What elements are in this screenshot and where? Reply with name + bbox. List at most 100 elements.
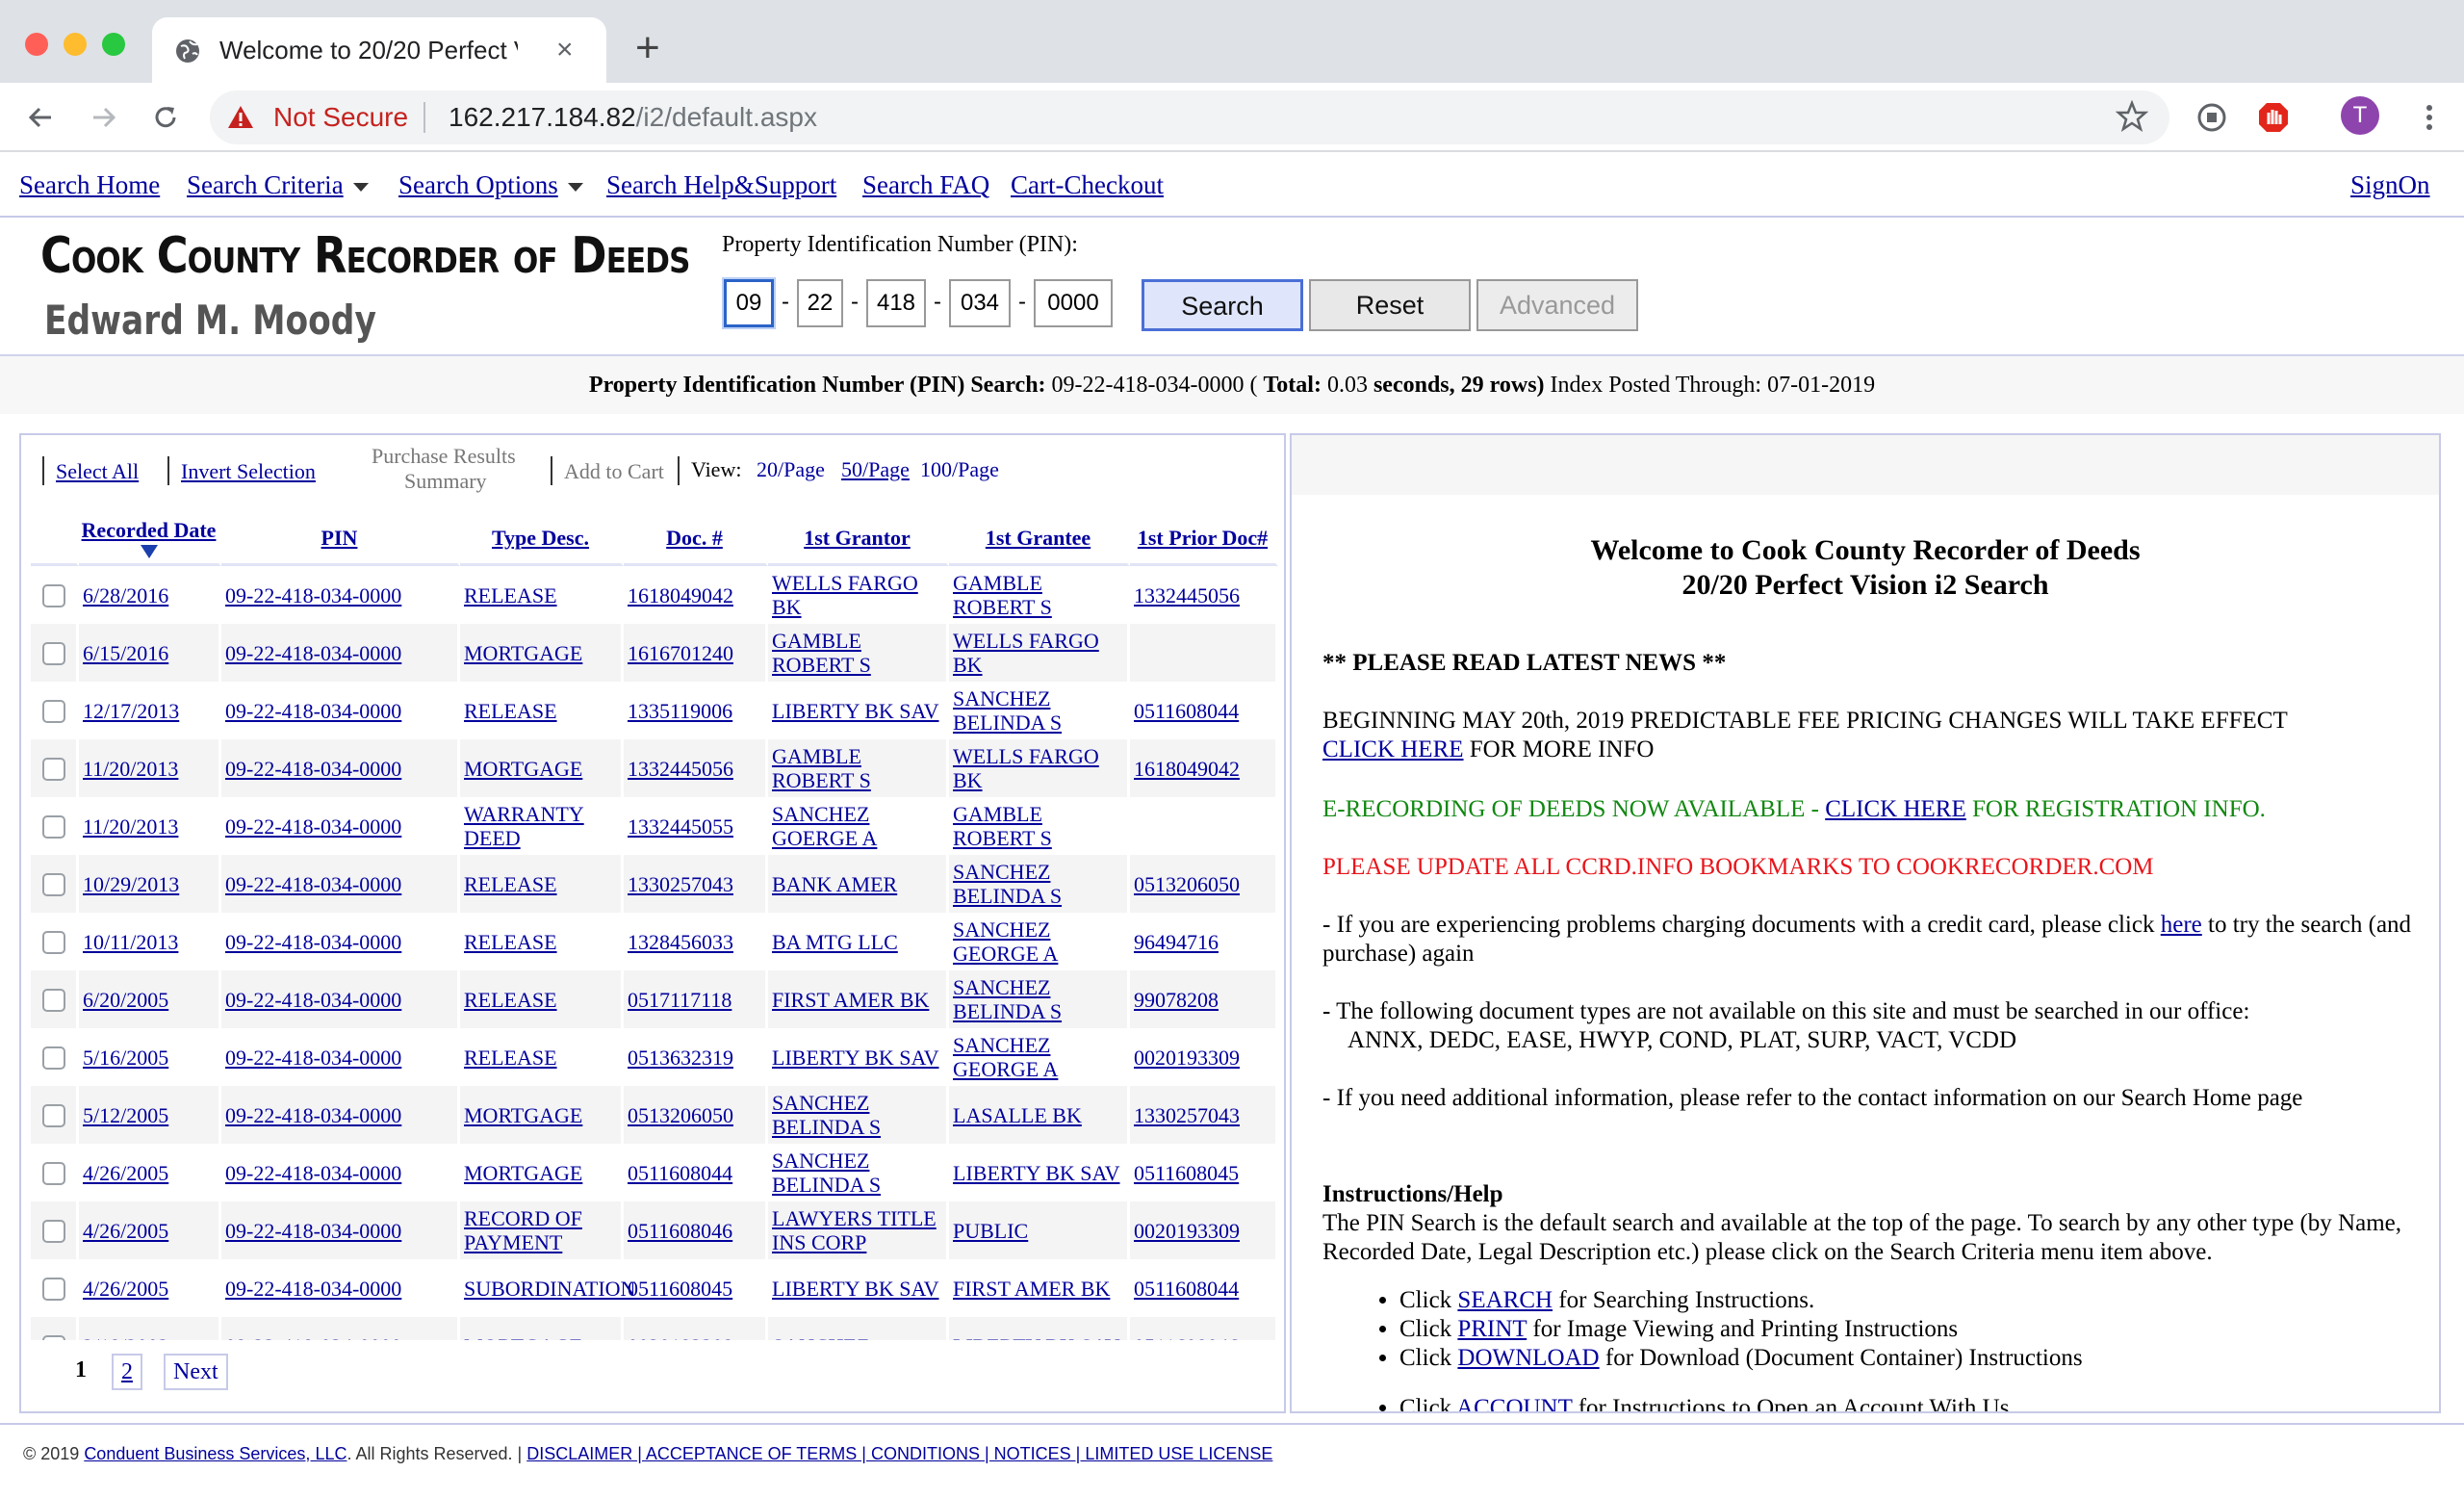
cell-doc-number[interactable]: 0517117118 (624, 970, 768, 1028)
cell-grantor[interactable]: SANCHEZ BELINDA S (768, 1086, 949, 1144)
back-arrow-icon[interactable] (19, 96, 62, 139)
address-bar[interactable]: Not Secure 162.217.184.82/i2/default.asp… (210, 90, 2169, 144)
row-checkbox[interactable] (41, 700, 65, 724)
cell-doc-number[interactable]: 0020193309 (624, 1317, 768, 1340)
cell-prior-doc[interactable]: 1332445056 (1130, 566, 1278, 624)
row-checkbox[interactable] (41, 758, 65, 782)
browser-menu-icon[interactable] (2410, 98, 2449, 137)
cell-doc-number[interactable]: 1330257043 (624, 855, 768, 913)
cell-type-desc[interactable]: RELEASE (460, 566, 624, 624)
cell-grantor[interactable]: SANCHEZ BELINDA S (768, 1144, 949, 1201)
row-checkbox[interactable] (41, 1335, 65, 1340)
cell-grantee[interactable]: FIRST AMER BK (949, 1259, 1130, 1317)
cell-type-desc[interactable]: RELEASE (460, 1028, 624, 1086)
cell-grantee[interactable]: SANCHEZ BELINDA S (949, 855, 1130, 913)
cell-pin[interactable]: 09-22-418-034-0000 (221, 970, 460, 1028)
reload-icon[interactable] (144, 96, 187, 139)
cell-grantor[interactable]: LIBERTY BK SAV (768, 1259, 949, 1317)
cell-pin[interactable]: 09-22-418-034-0000 (221, 1317, 460, 1340)
cell-grantor[interactable]: LIBERTY BK SAV (768, 682, 949, 739)
bookmark-star-icon[interactable] (2116, 100, 2148, 133)
add-to-cart-link[interactable]: Add to Cart (564, 458, 664, 485)
help-account-link[interactable]: ACCOUNT (1456, 1395, 1572, 1411)
menu-sign-on[interactable]: SignOn (2350, 168, 2430, 202)
credit-card-here-link[interactable]: here (2161, 912, 2202, 938)
cell-pin[interactable]: 09-22-418-034-0000 (221, 855, 460, 913)
cell-prior-doc[interactable]: 0511608044 (1130, 682, 1278, 739)
cell-grantee[interactable]: GAMBLE ROBERT S (949, 566, 1130, 624)
extension-adblock-icon[interactable] (2254, 98, 2293, 137)
menu-search-home[interactable]: Search Home (19, 168, 160, 202)
cell-recorded-date[interactable]: 5/12/2005 (79, 1086, 221, 1144)
cell-prior-doc[interactable]: 0511608046 (1130, 1317, 1278, 1340)
search-button[interactable]: Search (1142, 279, 1303, 331)
cell-type-desc[interactable]: SUBORDINATION (460, 1259, 635, 1317)
cell-type-desc[interactable]: MORTGAGE (460, 624, 624, 682)
new-tab-button[interactable]: + (635, 27, 660, 69)
cell-doc-number[interactable]: 0511608044 (624, 1144, 768, 1201)
view-100-per-page[interactable]: 100/Page (920, 456, 999, 483)
cell-grantor[interactable]: SANCHEZ (768, 1317, 949, 1340)
column-grantee[interactable]: 1st Grantee (949, 512, 1130, 566)
cell-prior-doc[interactable]: 0020193309 (1130, 1028, 1278, 1086)
pin-part-4-input[interactable] (949, 279, 1011, 327)
cell-recorded-date[interactable]: 11/20/2013 (79, 739, 221, 797)
cell-doc-number[interactable]: 1332445056 (624, 739, 768, 797)
forward-arrow-icon[interactable] (83, 96, 125, 139)
cell-doc-number[interactable]: 1618049042 (624, 566, 768, 624)
extension-record-icon[interactable] (2193, 98, 2231, 137)
cell-prior-doc[interactable]: 1330257043 (1130, 1086, 1278, 1144)
row-checkbox[interactable] (41, 1278, 65, 1302)
invert-selection-link[interactable]: Invert Selection (181, 458, 316, 485)
cell-grantor[interactable]: FIRST AMER BK (768, 970, 949, 1028)
row-checkbox[interactable] (41, 642, 65, 666)
cell-grantee[interactable]: SANCHEZ BELINDA S (949, 682, 1130, 739)
cell-grantee[interactable]: LASALLE BK (949, 1086, 1130, 1144)
menu-search-faq[interactable]: Search FAQ (862, 168, 989, 202)
cell-type-desc[interactable]: MORTGAGE (460, 1086, 624, 1144)
cell-doc-number[interactable]: 0511608046 (624, 1201, 768, 1259)
cell-type-desc[interactable]: RELEASE (460, 913, 624, 970)
cell-pin[interactable]: 09-22-418-034-0000 (221, 1086, 460, 1144)
cell-type-desc[interactable]: WARRANTY DEED (460, 797, 624, 855)
cell-recorded-date[interactable]: 4/26/2005 (79, 1259, 221, 1317)
help-print-link[interactable]: PRINT (1457, 1316, 1527, 1342)
cell-type-desc[interactable]: MORTGAGE (460, 739, 624, 797)
column-pin[interactable]: PIN (221, 512, 460, 566)
cell-doc-number[interactable]: 0513632319 (624, 1028, 768, 1086)
purchase-results-summary-line1[interactable]: Purchase Results (372, 443, 516, 470)
cell-pin[interactable]: 09-22-418-034-0000 (221, 1144, 460, 1201)
cell-grantor[interactable]: GAMBLE ROBERT S (768, 624, 949, 682)
cell-prior-doc[interactable]: 0511608045 (1130, 1144, 1278, 1201)
cell-grantor[interactable]: BANK AMER (768, 855, 949, 913)
cell-pin[interactable]: 09-22-418-034-0000 (221, 797, 460, 855)
row-checkbox[interactable] (41, 584, 65, 608)
cell-recorded-date[interactable]: 12/17/2013 (79, 682, 221, 739)
cell-doc-number[interactable]: 0511608045 (624, 1259, 768, 1317)
cell-prior-doc[interactable]: 0020193309 (1130, 1201, 1278, 1259)
cell-grantee[interactable]: GAMBLE ROBERT S (949, 797, 1130, 855)
purchase-results-summary-line2[interactable]: Summary (404, 468, 487, 495)
url-text[interactable]: 162.217.184.82/i2/default.aspx (449, 100, 817, 135)
cell-grantee[interactable]: SANCHEZ GEORGE A (949, 1028, 1130, 1086)
row-checkbox[interactable] (41, 815, 65, 839)
cell-recorded-date[interactable]: 6/20/2005 (79, 970, 221, 1028)
cell-type-desc[interactable]: RELEASE (460, 970, 624, 1028)
view-20-per-page[interactable]: 20/Page (757, 456, 825, 483)
row-checkbox[interactable] (41, 1162, 65, 1186)
row-checkbox[interactable] (41, 989, 65, 1013)
view-50-per-page[interactable]: 50/Page (841, 456, 910, 483)
cell-pin[interactable]: 09-22-418-034-0000 (221, 1028, 460, 1086)
cell-grantor[interactable]: LIBERTY BK SAV (768, 1028, 949, 1086)
cell-grantee[interactable]: LIBERTY BK SAV (949, 1317, 1130, 1340)
row-checkbox[interactable] (41, 1220, 65, 1244)
advanced-button[interactable]: Advanced (1476, 279, 1638, 331)
cell-pin[interactable]: 09-22-418-034-0000 (221, 913, 460, 970)
zoom-window-button[interactable] (102, 33, 125, 56)
row-checkbox[interactable] (41, 1104, 65, 1128)
company-link[interactable]: Conduent Business Services, LLC (84, 1444, 346, 1463)
help-download-link[interactable]: DOWNLOAD (1457, 1345, 1599, 1371)
cell-grantor[interactable]: LAWYERS TITLE INS CORP (768, 1201, 949, 1259)
menu-search-help[interactable]: Search Help&Support (606, 168, 836, 202)
cell-type-desc[interactable]: MORTGAGE (460, 1144, 624, 1201)
